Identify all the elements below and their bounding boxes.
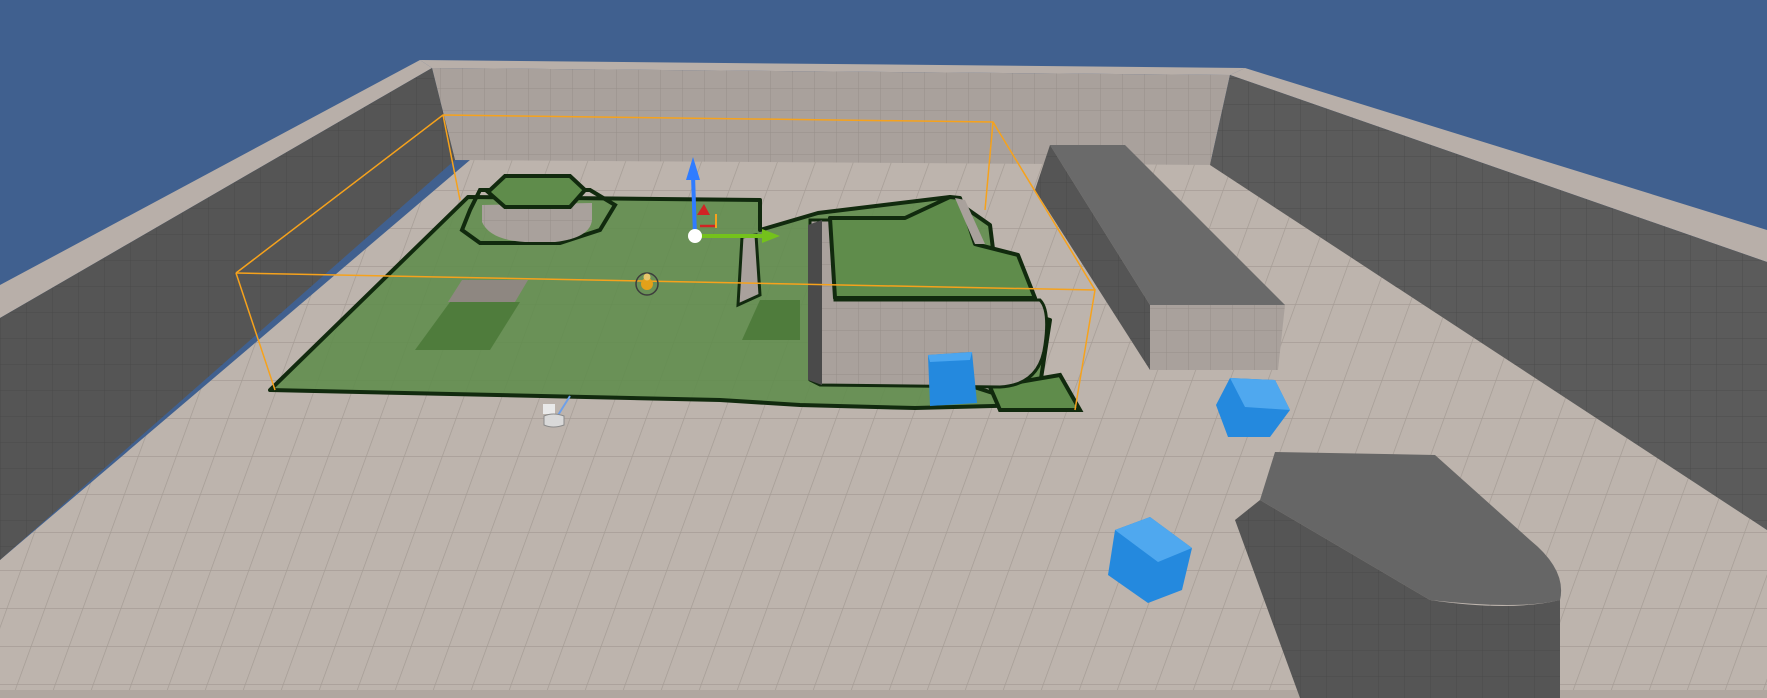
gizmo-pivot[interactable]	[688, 229, 702, 243]
ramp-block[interactable]	[448, 280, 528, 302]
octagon-platform-top[interactable]	[485, 174, 588, 209]
thin-slab[interactable]	[736, 233, 762, 308]
scene-render[interactable]	[0, 0, 1767, 698]
large-block-dark-side	[808, 220, 822, 385]
cube[interactable]	[928, 352, 977, 406]
level-editor-viewport[interactable]	[0, 0, 1767, 698]
long-block-front-face[interactable]	[1150, 305, 1285, 370]
